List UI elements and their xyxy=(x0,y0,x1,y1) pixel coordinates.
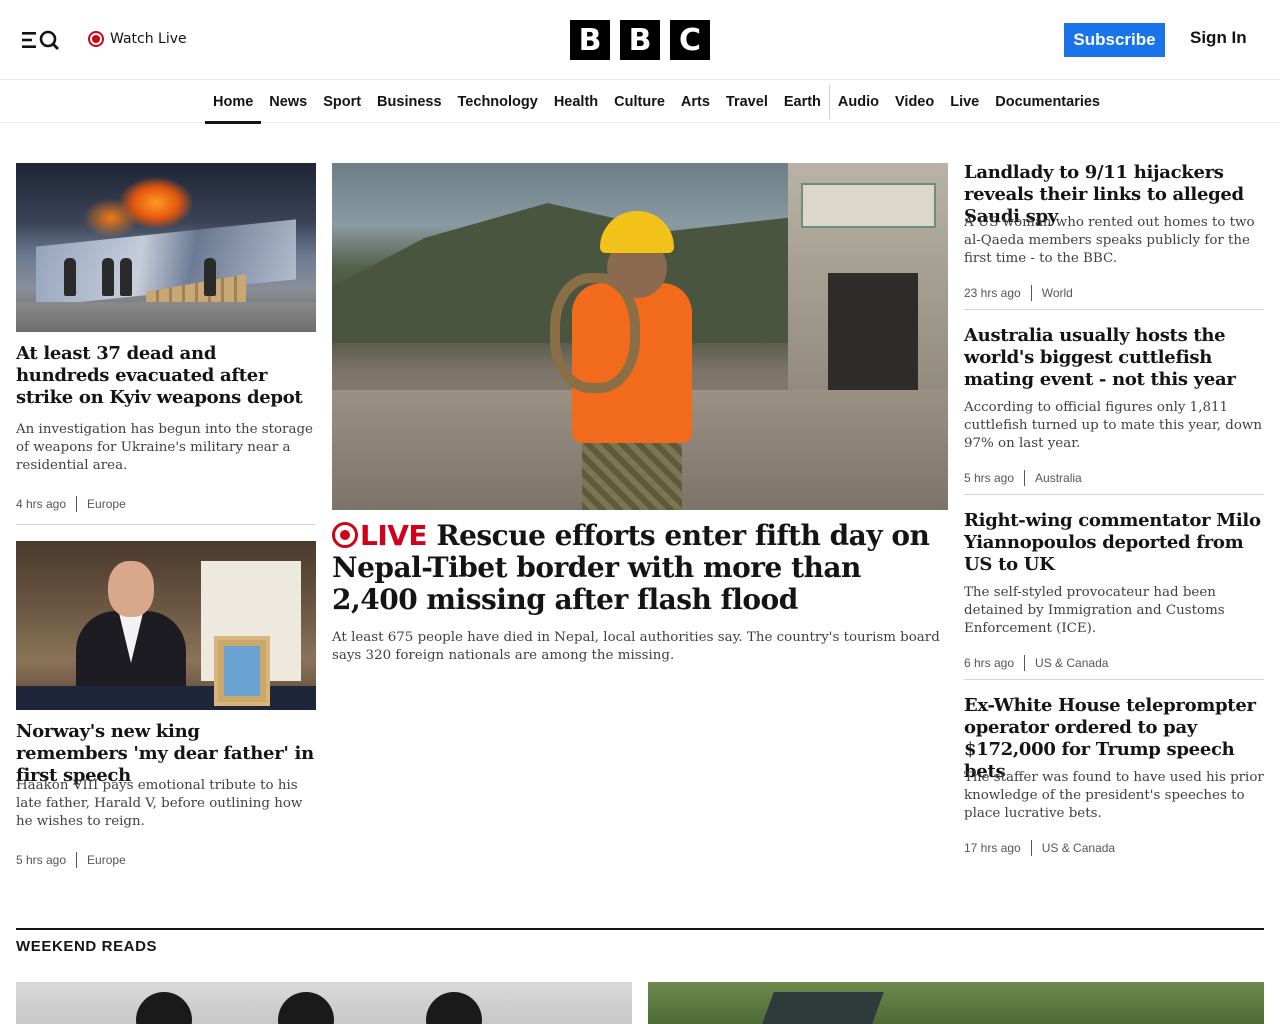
nav-item-documentaries[interactable]: Documentaries xyxy=(987,81,1108,123)
menu-search-icon[interactable] xyxy=(20,26,64,54)
story-category-link[interactable]: Europe xyxy=(87,497,126,511)
image-detail xyxy=(600,211,674,253)
image-detail xyxy=(120,258,132,296)
main-story-image[interactable] xyxy=(332,163,948,510)
story-category-link[interactable]: Australia xyxy=(1035,471,1082,485)
meta-divider xyxy=(76,852,78,868)
subscribe-button[interactable]: Subscribe xyxy=(1064,23,1165,57)
live-icon xyxy=(332,522,358,548)
image-detail xyxy=(16,686,316,710)
story-divider xyxy=(964,494,1264,495)
nav-item-technology[interactable]: Technology xyxy=(450,81,546,123)
bbc-logo[interactable]: B B C xyxy=(570,20,710,60)
logo-letter: C xyxy=(670,20,710,60)
story-category-link[interactable]: US & Canada xyxy=(1035,656,1108,670)
nav-item-culture[interactable]: Culture xyxy=(606,81,673,123)
story-time: 5 hrs ago xyxy=(16,853,67,867)
story-image-norway-king[interactable] xyxy=(16,541,316,710)
image-detail xyxy=(102,258,114,296)
story-image-kyiv-depot[interactable] xyxy=(16,163,316,332)
image-detail xyxy=(16,302,316,332)
story-summary: According to official figures only 1,811… xyxy=(964,400,1263,451)
section-title-weekend-reads[interactable]: WEEKEND READS xyxy=(16,938,157,955)
story-meta: 4 hrs ago Europe xyxy=(16,495,126,513)
nav-item-news[interactable]: News xyxy=(261,81,315,123)
story-meta: 5 hrs ago Europe xyxy=(16,851,126,869)
nav-item-health[interactable]: Health xyxy=(546,81,606,123)
image-detail xyxy=(64,258,76,296)
story-divider xyxy=(16,524,316,525)
story-time: 23 hrs ago xyxy=(964,286,1021,300)
live-indicator-icon xyxy=(88,31,104,47)
nav-item-earth[interactable]: Earth xyxy=(776,81,829,123)
image-detail xyxy=(426,992,482,1024)
main-story-headline[interactable]: LIVE Rescue efforts enter fifth day on N… xyxy=(332,520,948,616)
image-detail xyxy=(136,992,192,1024)
story-time: 6 hrs ago xyxy=(964,656,1015,670)
story-summary: The self-styled provocateur had been det… xyxy=(964,585,1225,636)
main-story-summary: At least 675 people have died in Nepal, … xyxy=(332,630,940,663)
nav-item-video[interactable]: Video xyxy=(887,81,942,123)
weekend-read-image[interactable] xyxy=(648,982,1264,1024)
story-summary: An investigation has begun into the stor… xyxy=(16,422,313,473)
top-bar: Watch Live B B C Subscribe Sign In xyxy=(0,0,1280,80)
nav-item-business[interactable]: Business xyxy=(369,81,449,123)
nav-item-arts[interactable]: Arts xyxy=(673,81,718,123)
nav-item-audio[interactable]: Audio xyxy=(830,81,887,123)
image-detail xyxy=(108,561,154,617)
sign-in-link[interactable]: Sign In xyxy=(1190,28,1247,48)
story-time: 17 hrs ago xyxy=(964,841,1021,855)
story-divider xyxy=(964,679,1264,680)
main-nav: Home News Sport Business Technology Heal… xyxy=(0,81,1280,124)
image-detail xyxy=(204,258,216,296)
story-category-link[interactable]: World xyxy=(1042,286,1073,300)
meta-divider xyxy=(1030,840,1032,856)
nav-item-live[interactable]: Live xyxy=(942,81,987,123)
story-summary: A US woman who rented out homes to two a… xyxy=(964,215,1255,266)
logo-letter: B xyxy=(570,20,610,60)
story-headline[interactable]: At least 37 dead and hundreds evacuated … xyxy=(16,343,306,409)
nav-list: Home News Sport Business Technology Heal… xyxy=(205,81,1108,124)
story-time: 4 hrs ago xyxy=(16,497,67,511)
nav-item-home[interactable]: Home xyxy=(205,81,262,124)
story-meta: 23 hrs ago World xyxy=(964,284,1073,302)
meta-divider xyxy=(76,496,78,512)
nav-item-sport[interactable]: Sport xyxy=(315,81,369,123)
nav-item-travel[interactable]: Travel xyxy=(718,81,776,123)
weekend-read-image[interactable] xyxy=(16,982,632,1024)
story-summary: Haakon VIII pays emotional tribute to hi… xyxy=(16,778,303,829)
story-meta: 6 hrs ago US & Canada xyxy=(964,654,1108,672)
meta-divider xyxy=(1024,655,1026,671)
story-headline[interactable]: Right-wing commentator Milo Yiannopoulos… xyxy=(964,510,1264,576)
story-category-link[interactable]: Europe xyxy=(87,853,126,867)
meta-divider xyxy=(1030,285,1032,301)
story-divider xyxy=(964,309,1264,310)
meta-divider xyxy=(1024,470,1026,486)
story-meta: 5 hrs ago Australia xyxy=(964,469,1082,487)
image-detail xyxy=(582,433,682,510)
story-headline[interactable]: Australia usually hosts the world's bigg… xyxy=(964,325,1264,391)
image-detail xyxy=(762,992,884,1024)
live-label: LIVE xyxy=(360,519,428,552)
story-meta: 17 hrs ago US & Canada xyxy=(964,839,1115,857)
image-detail xyxy=(278,992,334,1024)
watch-live-link[interactable]: Watch Live xyxy=(88,29,187,49)
section-divider xyxy=(16,928,1264,930)
logo-letter: B xyxy=(620,20,660,60)
image-detail xyxy=(214,636,270,706)
story-summary: The staffer was found to have used his p… xyxy=(964,770,1264,821)
image-detail xyxy=(801,183,936,228)
watch-live-label: Watch Live xyxy=(110,31,187,47)
story-category-link[interactable]: US & Canada xyxy=(1042,841,1115,855)
story-time: 5 hrs ago xyxy=(964,471,1015,485)
